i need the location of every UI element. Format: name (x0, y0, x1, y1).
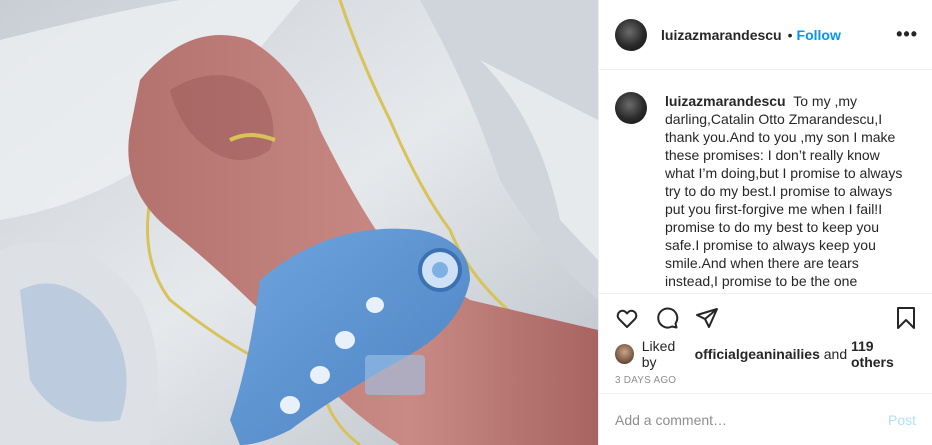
liker-avatar[interactable] (615, 344, 634, 364)
liker-username[interactable]: officialgeaninailies (695, 346, 820, 362)
heart-icon[interactable] (613, 304, 641, 332)
more-horizontal-icon[interactable]: ••• (896, 24, 918, 45)
likes-others-link[interactable]: 119 others (851, 338, 916, 370)
caption-avatar[interactable] (615, 92, 647, 124)
action-bar (599, 293, 932, 341)
likes-line: Liked by officialgeaninailies and 119 ot… (599, 338, 932, 370)
hospital-bracelet-photo (0, 0, 598, 445)
paper-plane-icon[interactable] (693, 304, 721, 332)
caption-text: To my ,my darling,Catalin Otto Zmarandes… (665, 93, 903, 289)
username-link[interactable]: luizazmarandescu (661, 27, 782, 43)
post-date[interactable]: 3 DAYS AGO (599, 367, 932, 393)
follow-button[interactable]: Follow (797, 27, 841, 43)
comment-input[interactable] (615, 411, 888, 428)
instagram-post: luizazmarandescu • Follow ••• luizazmara… (0, 0, 932, 445)
bookmark-icon[interactable] (892, 304, 920, 332)
post-header: luizazmarandescu • Follow ••• (599, 0, 932, 70)
caption-username[interactable]: luizazmarandescu (665, 93, 786, 109)
caption-area: luizazmarandescu To my ,my darling,Catal… (599, 70, 932, 293)
separator-dot: • (787, 26, 793, 43)
post-side-panel: luizazmarandescu • Follow ••• luizazmara… (598, 0, 932, 445)
comment-icon[interactable] (653, 304, 681, 332)
post-photo[interactable] (0, 0, 598, 445)
likes-prefix: Liked by (641, 338, 676, 370)
post-comment-button[interactable]: Post (888, 412, 916, 428)
user-avatar[interactable] (615, 18, 647, 51)
caption: luizazmarandescu To my ,my darling,Catal… (665, 92, 905, 293)
comment-form: Post (599, 393, 932, 445)
likes-and: and (823, 346, 848, 362)
